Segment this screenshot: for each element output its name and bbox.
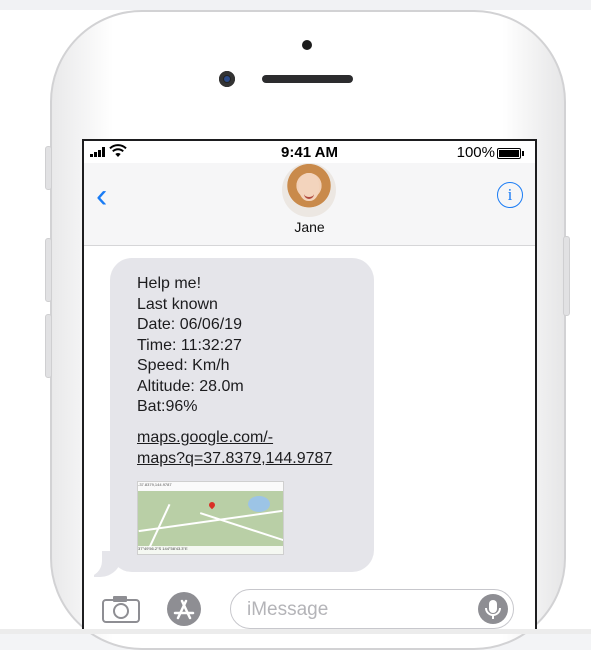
maps-link-line[interactable]: maps?q=37.8379,144.9787 <box>137 449 367 470</box>
microphone-icon[interactable] <box>478 594 508 624</box>
message-line: Help me! <box>137 275 202 292</box>
ringer-switch <box>45 146 52 190</box>
bottom-band <box>0 629 591 634</box>
map-pin-icon <box>207 500 217 510</box>
front-camera-icon <box>219 71 235 87</box>
map-coordinates-label: 37°49'56.2"S 144°58'43.3"E <box>138 546 283 554</box>
message-line: Altitude: 28.0m <box>137 377 244 395</box>
contact-name[interactable]: Jane <box>84 219 535 235</box>
proximity-sensor <box>302 40 312 50</box>
map-preview[interactable]: -37.8379,144.9787 37°49'56.2"S 144°58'43… <box>137 481 284 555</box>
app-store-icon[interactable] <box>167 592 201 626</box>
info-icon[interactable]: i <box>497 182 523 208</box>
conversation-header: ‹ Jane i <box>84 163 535 246</box>
message-line: Time: 11:32:27 <box>137 336 242 354</box>
message-line: Last known <box>137 295 218 313</box>
imessage-input-container[interactable] <box>230 589 514 629</box>
message-line: Bat:96% <box>137 398 198 415</box>
battery-percentage: 100% <box>456 144 495 161</box>
top-band <box>0 0 591 10</box>
map-preview-searchbar: -37.8379,144.9787 <box>138 482 283 491</box>
battery-icon <box>497 148 524 159</box>
camera-icon[interactable] <box>102 595 140 623</box>
imessage-input[interactable] <box>245 597 469 623</box>
earpiece-speaker <box>262 75 353 83</box>
avatar[interactable] <box>282 163 336 217</box>
chevron-left-icon[interactable]: ‹ <box>96 179 107 213</box>
map-water <box>248 496 270 512</box>
volume-up-button <box>45 238 52 302</box>
volume-down-button <box>45 314 52 378</box>
power-button <box>563 236 570 316</box>
message-line: Speed: Km/h <box>137 357 230 374</box>
status-bar: 9:41 AM 100% <box>84 141 535 163</box>
message-text: Help me! Last known Date: 06/06/19 Time:… <box>137 274 367 418</box>
phone-screen: 9:41 AM 100% ‹ Jane i Help me! Last know… <box>82 139 537 634</box>
maps-link-line[interactable]: maps.google.com/- <box>137 428 367 449</box>
message-line: Date: 06/06/19 <box>137 316 242 333</box>
maps-link[interactable]: maps.google.com/- maps?q=37.8379,144.978… <box>137 428 367 469</box>
message-composer <box>84 587 535 634</box>
